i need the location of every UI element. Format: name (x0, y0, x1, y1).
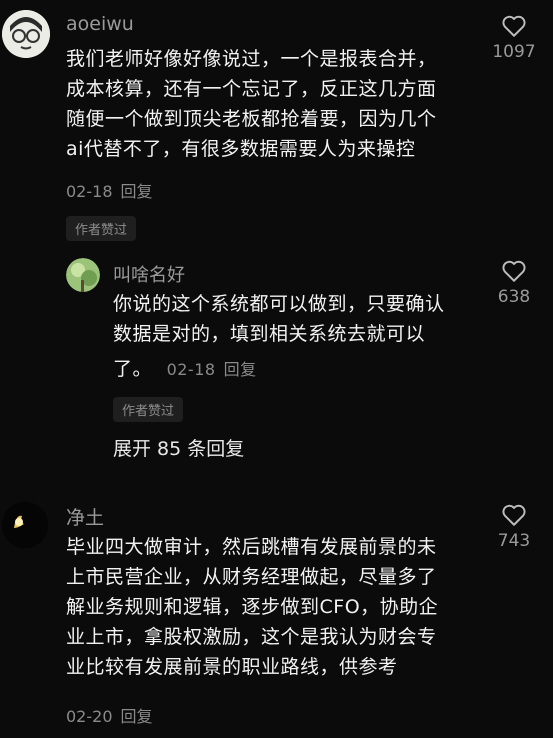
comment-meta: 02-18 回复 (66, 178, 153, 202)
avatar[interactable] (2, 10, 50, 58)
comment-line: 毕业四大做审计，然后跳槽有发展前景的未 (66, 536, 437, 558)
comment-line: 数据是对的，填到相关系统去就可以 (113, 323, 426, 345)
comment-meta: 02-20 回复 (66, 703, 153, 727)
comment-date: 02-20 (66, 707, 113, 726)
comment-line-end: 了。 (113, 358, 153, 380)
comment-line: 上市民营企业，从财务经理做起，尽量多了 (66, 566, 437, 588)
heart-outline-icon (502, 15, 526, 37)
reply-button[interactable]: 回复 (224, 360, 257, 379)
author-liked-badge: 作者赞过 (113, 397, 184, 422)
comment-line: 业上市，拿股权激励，这个是我认为财会专 (66, 626, 437, 648)
comment-date: 02-18 (66, 182, 113, 201)
comment-meta: 02-18 回复 (167, 360, 257, 379)
comment-text: 你说的这个系统都可以做到，只要确认 数据是对的，填到相关系统去就可以 (113, 289, 493, 349)
comment-line: 业比较有发展前景的职业路线，供参考 (66, 656, 398, 678)
expand-replies-button[interactable]: 展开 85 条回复 (113, 434, 244, 461)
comment-text: 我们老师好像好像说过，一个是报表合并， 成本核算，还有一个忘记了，反正这几方面 … (66, 44, 486, 164)
comment-username[interactable]: aoeiwu (66, 13, 134, 35)
comment-username[interactable]: 净土 (66, 503, 104, 530)
comment-line: 随便一个做到顶尖老板都抢着要，因为几个 (66, 108, 437, 130)
comment-line: 你说的这个系统都可以做到，只要确认 (113, 293, 445, 315)
comment-line: ai代替不了，有很多数据需要人为来操控 (66, 138, 416, 160)
reply-button[interactable]: 回复 (121, 182, 153, 201)
author-liked-badge: 作者赞过 (66, 216, 137, 241)
comment-username[interactable]: 叫啥名好 (113, 261, 185, 287)
like-count: 743 (497, 531, 531, 551)
like-count: 638 (497, 287, 531, 307)
like-count: 1097 (492, 42, 536, 62)
like-button[interactable]: 1097 (484, 14, 544, 62)
comment-text: 毕业四大做审计，然后跳槽有发展前景的未 上市民营企业，从财务经理做起，尽量多了 … (66, 532, 486, 682)
heart-outline-icon (502, 260, 526, 282)
like-button[interactable]: 638 (484, 259, 544, 307)
comment-line: 成本核算，还有一个忘记了，反正这几方面 (66, 78, 437, 100)
comment-line: 解业务规则和逻辑，逐步做到CFO，协助企 (66, 596, 439, 618)
reply-button[interactable]: 回复 (121, 707, 153, 726)
avatar[interactable] (66, 258, 100, 292)
comment-line: 我们老师好像好像说过，一个是报表合并， (66, 48, 437, 70)
like-button[interactable]: 743 (484, 503, 544, 551)
comment-date: 02-18 (166, 360, 216, 379)
avatar[interactable] (2, 502, 48, 548)
comment-line: 了。 02-18 回复 (113, 354, 257, 385)
heart-outline-icon (502, 504, 526, 526)
